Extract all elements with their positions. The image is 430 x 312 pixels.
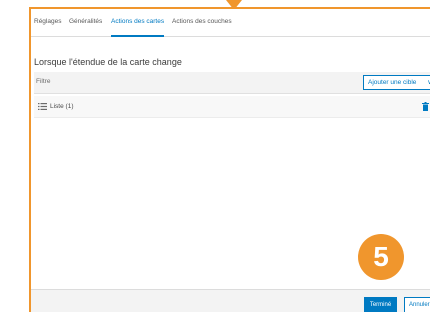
tab-bar: Réglages Généralités Actions des cartes … — [31, 9, 430, 37]
filter-label: Filtre — [36, 78, 51, 85]
footer-bar: Terminé Annuler — [31, 289, 430, 312]
widget-settings-panel: Réglages Généralités Actions des cartes … — [29, 7, 430, 312]
step-number-badge: 5 — [358, 234, 404, 280]
trash-icon[interactable] — [422, 102, 429, 111]
done-button[interactable]: Terminé — [364, 297, 397, 312]
add-target-label: Ajouter une cible — [368, 79, 417, 86]
tab-general[interactable]: Généralités — [69, 17, 102, 37]
list-item-label: Liste (1) — [50, 103, 74, 110]
section-title: Lorsque l'étendue de la carte change — [34, 57, 182, 67]
list-item[interactable]: Liste (1) — [34, 96, 430, 118]
tab-layer-actions[interactable]: Actions des couches — [172, 17, 232, 37]
filter-row: Filtre Ajouter une cible ∨ — [34, 72, 430, 94]
tab-settings[interactable]: Réglages — [34, 17, 61, 37]
tab-map-actions[interactable]: Actions des cartes — [111, 17, 165, 37]
list-icon — [38, 103, 47, 110]
cancel-button[interactable]: Annuler — [404, 297, 430, 312]
add-target-dropdown[interactable]: Ajouter une cible ∨ — [363, 75, 430, 90]
